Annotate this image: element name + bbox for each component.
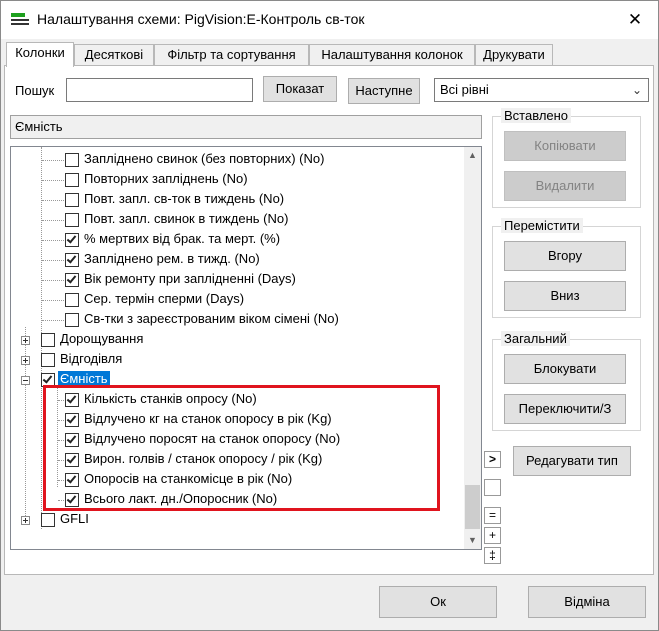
tree-item-label: Запліднено рем. в тижд. (No) xyxy=(84,251,260,266)
switch-button[interactable]: Переключити/З xyxy=(504,394,626,424)
tree-checkbox-checked[interactable] xyxy=(65,233,79,247)
search-input[interactable] xyxy=(66,78,253,102)
tree-checkbox-checked[interactable] xyxy=(65,273,79,287)
tree-item-label: Повторних запліднень (No) xyxy=(84,171,248,186)
move-group-title: Перемістити xyxy=(501,218,583,233)
selected-field-display: Ємність xyxy=(10,115,482,139)
tree-checkbox[interactable] xyxy=(65,153,79,167)
tree-item[interactable]: Повторних запліднень (No) xyxy=(11,170,466,190)
settings-dialog: Налаштування схеми: PigVision:E-Контроль… xyxy=(0,0,659,631)
tree-checkbox-checked[interactable] xyxy=(65,253,79,267)
copy-button[interactable]: Копіювати xyxy=(504,131,626,161)
updown-button[interactable]: ‡ xyxy=(484,547,501,564)
block-button[interactable]: Блокувати xyxy=(504,354,626,384)
tree-item[interactable]: Вік ремонту при заплідненні (Days) xyxy=(11,270,466,290)
tree-item[interactable]: % мертвих від брак. та мерт. (%) xyxy=(11,230,466,250)
collapse-icon[interactable] xyxy=(21,376,30,385)
tree-item[interactable]: Повт. запл. св-ток в тиждень (No) xyxy=(11,190,466,210)
cancel-button[interactable]: Відміна xyxy=(528,586,646,618)
tree-checkbox[interactable] xyxy=(41,353,55,367)
tree-item-label: Запліднено свинок (без повторних) (No) xyxy=(84,151,325,166)
scroll-thumb[interactable] xyxy=(465,485,480,529)
tree-item[interactable]: Запліднено рем. в тижд. (No) xyxy=(11,250,466,270)
tree-item-label: Вік ремонту при заплідненні (Days) xyxy=(84,271,296,286)
tree-group[interactable]: Дорощування xyxy=(11,330,466,350)
ok-button[interactable]: Ок xyxy=(379,586,497,618)
tree-item[interactable]: Повт. запл. свинок в тиждень (No) xyxy=(11,210,466,230)
tree-scrollbar[interactable]: ▲ ▼ xyxy=(464,147,481,549)
tree-checkbox[interactable] xyxy=(65,173,79,187)
tab-print[interactable]: Друкувати xyxy=(475,44,553,66)
expand-icon[interactable] xyxy=(21,516,30,525)
tree-group-label: Ємність xyxy=(58,371,110,386)
window-title: Налаштування схеми: PigVision:E-Контроль… xyxy=(37,11,365,27)
level-select[interactable]: Всі рівні ⌄ xyxy=(434,78,649,102)
edit-type-button[interactable]: Редагувати тип xyxy=(513,446,631,476)
tree-checkbox[interactable] xyxy=(41,333,55,347)
equal-button[interactable]: = xyxy=(484,507,501,524)
delete-button[interactable]: Видалити xyxy=(504,171,626,201)
tree-group-label: Відгодівля xyxy=(60,351,123,366)
tree-group[interactable]: Відгодівля xyxy=(11,350,466,370)
tree-item-label: Повт. запл. св-ток в тиждень (No) xyxy=(84,191,285,206)
tree-group-label: Дорощування xyxy=(60,331,144,346)
general-group-title: Загальний xyxy=(501,331,570,346)
arrow-right-icon[interactable]: > xyxy=(484,451,501,468)
tree-checkbox[interactable] xyxy=(41,513,55,527)
tree-checkbox[interactable] xyxy=(65,213,79,227)
move-down-button[interactable]: Вниз xyxy=(504,281,626,311)
tree-group[interactable]: GFLI xyxy=(11,510,466,530)
tree-item-label: Св-тки з зареєстрованим віком сімені (No… xyxy=(84,311,339,326)
tree-checkbox[interactable] xyxy=(65,193,79,207)
app-icon xyxy=(11,13,29,26)
tab-filter-sort[interactable]: Фільтр та сортування xyxy=(154,44,309,66)
title-bar: Налаштування схеми: PigVision:E-Контроль… xyxy=(1,1,658,39)
inserted-group-title: Вставлено xyxy=(501,108,572,123)
tree-checkbox[interactable] xyxy=(65,293,79,307)
empty-toggle-button[interactable] xyxy=(484,479,501,496)
tree-item-label: Повт. запл. свинок в тиждень (No) xyxy=(84,211,289,226)
tree-item[interactable]: Запліднено свинок (без повторних) (No) xyxy=(11,150,466,170)
plus-button[interactable]: + xyxy=(484,527,501,544)
tree-item-label: % мертвих від брак. та мерт. (%) xyxy=(84,231,281,246)
tab-column-settings[interactable]: Налаштування колонок xyxy=(309,44,475,66)
tree-group-label: GFLI xyxy=(60,511,89,526)
highlight-box xyxy=(43,385,440,511)
expand-icon[interactable] xyxy=(21,336,30,345)
expand-icon[interactable] xyxy=(21,356,30,365)
next-button[interactable]: Наступне xyxy=(348,78,420,104)
tab-columns[interactable]: Колонки xyxy=(6,42,74,67)
tree-item[interactable]: Св-тки з зареєстрованим віком сімені (No… xyxy=(11,310,466,330)
move-up-button[interactable]: Вгору xyxy=(504,241,626,271)
tree-item[interactable]: Сер. термін сперми (Days) xyxy=(11,290,466,310)
show-button[interactable]: Показат xyxy=(263,76,337,102)
tree-checkbox[interactable] xyxy=(65,313,79,327)
search-label: Пошук xyxy=(15,83,55,98)
tab-decimals[interactable]: Десяткові xyxy=(74,44,154,66)
scroll-down-icon[interactable]: ▼ xyxy=(464,532,481,549)
tree-item-label: Сер. термін сперми (Days) xyxy=(84,291,245,306)
close-icon[interactable]: ✕ xyxy=(612,1,658,39)
level-select-value: Всі рівні xyxy=(440,82,489,97)
chevron-down-icon: ⌄ xyxy=(631,83,642,97)
scroll-up-icon[interactable]: ▲ xyxy=(464,147,481,164)
